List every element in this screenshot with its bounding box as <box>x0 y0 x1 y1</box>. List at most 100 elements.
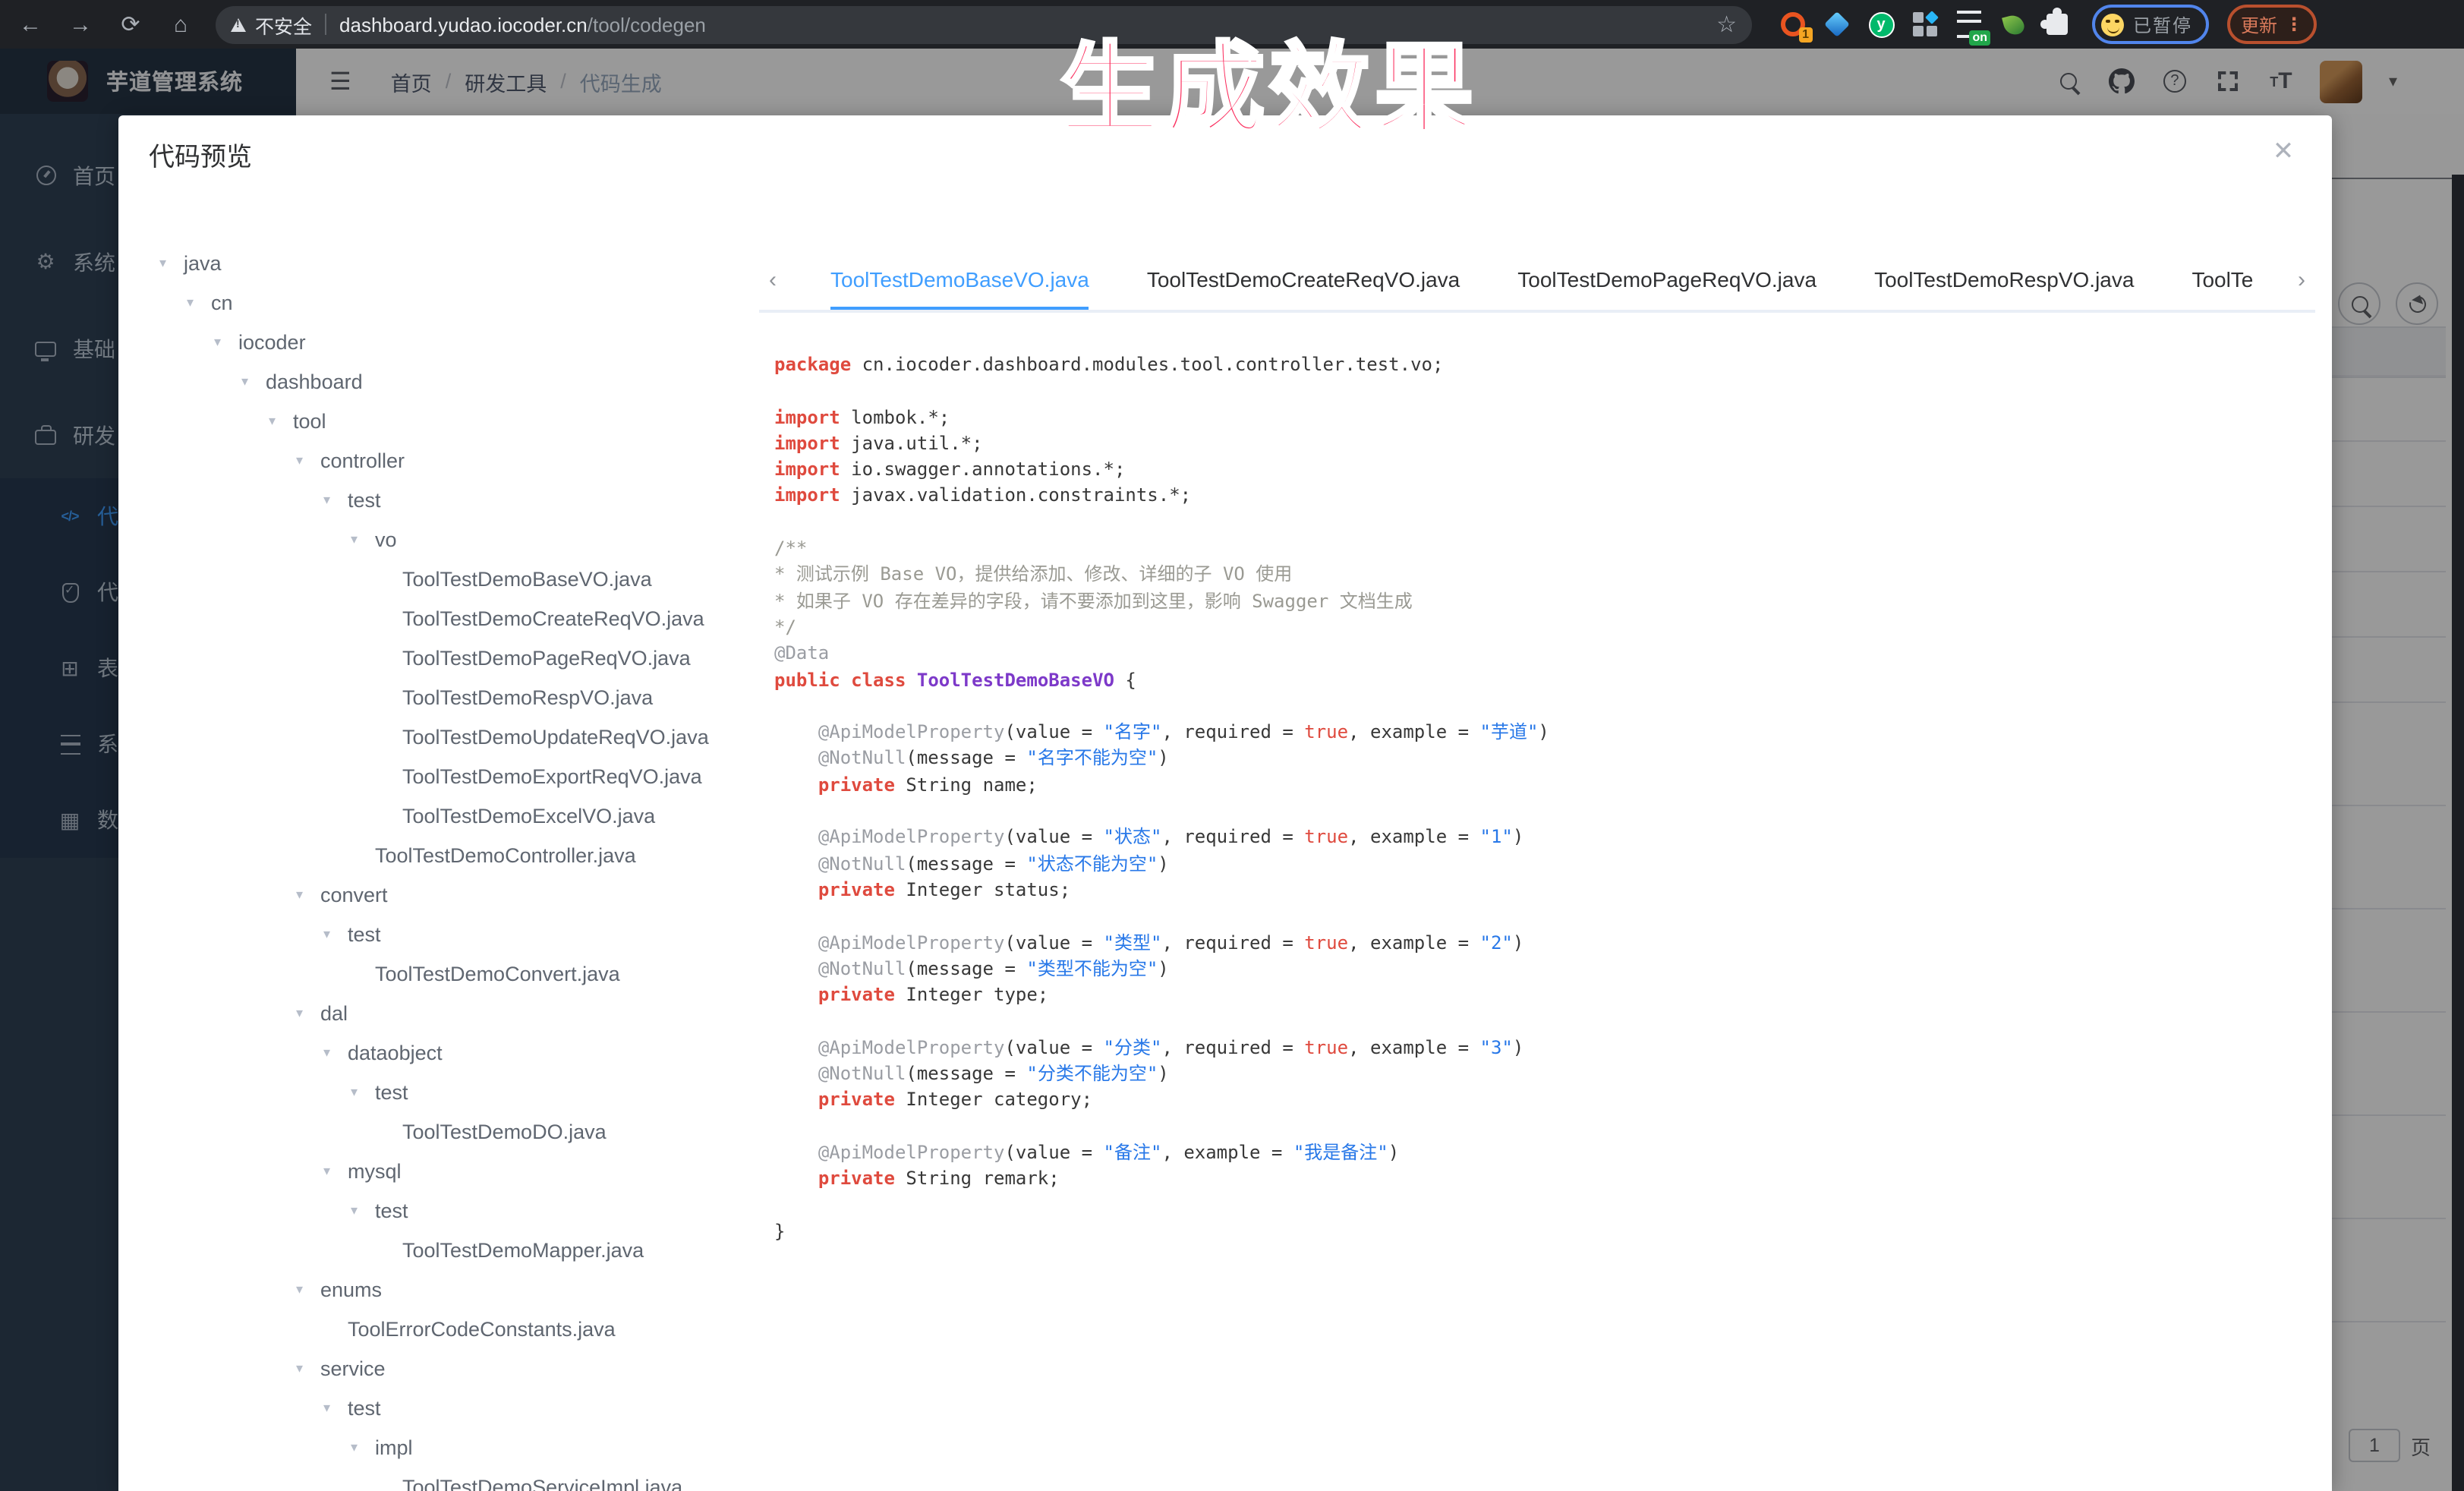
extension-apps-icon[interactable] <box>1911 11 1939 38</box>
tree-node[interactable]: ▾java <box>149 243 756 282</box>
code-token: ) <box>1158 853 1168 874</box>
browser-update-button[interactable]: 更新 ⋮ <box>2227 5 2317 44</box>
tree-caret-icon[interactable]: ▾ <box>351 1439 375 1455</box>
code-token: @ApiModelProperty <box>818 827 1005 848</box>
profile-paused-chip[interactable]: 已暂停 <box>2092 5 2209 44</box>
tree-node[interactable]: ▾ToolTestDemoDO.java <box>149 1111 756 1151</box>
tree-node[interactable]: ▾ToolTestDemoExcelVO.java <box>149 796 756 835</box>
tree-node[interactable]: ▾ToolTestDemoUpdateReqVO.java <box>149 717 756 756</box>
tree-node[interactable]: ▾ToolTestDemoBaseVO.java <box>149 559 756 598</box>
code-token: , example = <box>1348 827 1479 848</box>
forward-icon[interactable]: → <box>61 5 100 44</box>
tree-caret-icon[interactable]: ▾ <box>187 294 211 310</box>
extension-leaf-icon[interactable] <box>1999 11 2027 38</box>
back-icon[interactable]: ← <box>11 5 50 44</box>
code-line <box>774 1193 2308 1219</box>
tree-node[interactable]: ▾ToolTestDemoController.java <box>149 835 756 875</box>
tree-caret-icon[interactable]: ▾ <box>323 1399 348 1416</box>
tree-caret-icon[interactable]: ▾ <box>323 1044 348 1061</box>
tree-node[interactable]: ▾dal <box>149 993 756 1032</box>
code-token: private <box>818 1089 895 1111</box>
extension-ubuntu-icon[interactable]: 1 <box>1779 11 1807 38</box>
bookmark-star-icon[interactable]: ☆ <box>1716 11 1737 38</box>
code-line: */ <box>774 615 2308 641</box>
tree-node[interactable]: ▾test <box>149 1388 756 1427</box>
tab-ToolTestDemoRespVO.java[interactable]: ToolTestDemoRespVO.java <box>1845 249 2163 310</box>
tree-caret-icon[interactable]: ▾ <box>323 491 348 508</box>
tree-node[interactable]: ▾vo <box>149 519 756 559</box>
tree-node[interactable]: ▾ToolTestDemoExportReqVO.java <box>149 756 756 796</box>
tree-node[interactable]: ▾cn <box>149 282 756 322</box>
code-token: private <box>818 774 895 796</box>
tree-caret-icon[interactable]: ▾ <box>323 925 348 942</box>
code-token: , required = <box>1161 827 1304 848</box>
tabs-scroll-right-icon[interactable]: › <box>2288 249 2315 310</box>
address-bar[interactable]: ! 不安全 dashboard.yudao.iocoder.cn /tool/c… <box>216 5 1752 43</box>
extension-yuque-icon[interactable]: y <box>1867 11 1895 38</box>
code-token: ) <box>1538 721 1549 742</box>
tree-node[interactable]: ▾service <box>149 1348 756 1388</box>
tree-node[interactable]: ▾ToolTestDemoServiceImpl.java <box>149 1467 756 1491</box>
tree-caret-icon[interactable]: ▾ <box>269 412 293 429</box>
code-token <box>774 958 818 979</box>
tree-node[interactable]: ▾ToolTestDemoConvert.java <box>149 954 756 993</box>
code-line: } <box>774 1219 2308 1246</box>
url-path: /tool/codegen <box>588 13 706 36</box>
tree-node[interactable]: ▾ToolErrorCodeConstants.java <box>149 1309 756 1348</box>
tab-ToolTestDemoCreateReqVO.java[interactable]: ToolTestDemoCreateReqVO.java <box>1118 249 1489 310</box>
tree-node[interactable]: ▾impl <box>149 1427 756 1467</box>
code-line: * 如果子 VO 存在差异的字段，请不要添加到这里，影响 Swagger 文档生… <box>774 588 2308 615</box>
tree-node[interactable]: ▾test <box>149 1072 756 1111</box>
browser-scrollbar[interactable] <box>2452 175 2464 1491</box>
code-line: * 测试示例 Base VO，提供给添加、修改、详细的子 VO 使用 <box>774 563 2308 589</box>
extension-gem-icon[interactable] <box>1823 11 1851 38</box>
tree-node[interactable]: ▾controller <box>149 440 756 480</box>
code-token: import <box>774 406 840 427</box>
code-token: javax.validation.constraints.*; <box>840 485 1191 506</box>
tree-node[interactable]: ▾dataobject <box>149 1032 756 1072</box>
tree-caret-icon[interactable]: ▾ <box>296 1360 320 1376</box>
code-token <box>906 669 916 690</box>
tree-node[interactable]: ▾iocoder <box>149 322 756 361</box>
tree-node[interactable]: ▾convert <box>149 875 756 914</box>
security-label[interactable]: 不安全 <box>255 10 312 39</box>
extension-list-icon[interactable]: on <box>1955 11 1983 38</box>
tree-caret-icon[interactable]: ▾ <box>296 452 320 468</box>
tree-caret-icon[interactable]: ▾ <box>351 531 375 547</box>
browser-menu-icon[interactable]: ⋮ <box>2285 14 2303 35</box>
tab-ToolTestDemoPageReqVO.java[interactable]: ToolTestDemoPageReqVO.java <box>1489 249 1845 310</box>
tabs-scroll-left-icon[interactable]: ‹ <box>759 249 786 310</box>
tree-caret-icon[interactable]: ▾ <box>351 1202 375 1218</box>
home-icon[interactable]: ⌂ <box>161 5 200 44</box>
tab-ToolTe[interactable]: ToolTe <box>2163 249 2282 310</box>
tree-node[interactable]: ▾test <box>149 914 756 954</box>
tree-node[interactable]: ▾ToolTestDemoMapper.java <box>149 1230 756 1269</box>
tree-node[interactable]: ▾test <box>149 1190 756 1230</box>
tree-caret-icon[interactable]: ▾ <box>296 1281 320 1297</box>
tree-node[interactable]: ▾ToolTestDemoCreateReqVO.java <box>149 598 756 638</box>
tree-node[interactable]: ▾dashboard <box>149 361 756 401</box>
tree-caret-icon[interactable]: ▾ <box>323 1162 348 1179</box>
code-token: import <box>774 433 840 454</box>
tab-ToolTestDemoBaseVO.java[interactable]: ToolTestDemoBaseVO.java <box>802 249 1118 310</box>
reload-icon[interactable]: ⟳ <box>111 5 150 44</box>
tree-caret-icon[interactable]: ▾ <box>214 333 238 350</box>
close-icon[interactable]: ✕ <box>2268 137 2299 167</box>
tree-node[interactable]: ▾enums <box>149 1269 756 1309</box>
tree-caret-icon[interactable]: ▾ <box>241 373 266 389</box>
tree-caret-icon[interactable]: ▾ <box>159 254 184 271</box>
tree-caret-icon[interactable]: ▾ <box>296 886 320 903</box>
tree-caret-icon[interactable]: ▾ <box>351 1083 375 1100</box>
tree-node[interactable]: ▾mysql <box>149 1151 756 1190</box>
tree-node[interactable]: ▾ToolTestDemoPageReqVO.java <box>149 638 756 677</box>
extensions-puzzle-icon[interactable] <box>2043 11 2071 38</box>
code-token: "名字" <box>1104 721 1162 742</box>
code-token: , required = <box>1161 931 1304 953</box>
code-token <box>774 721 818 742</box>
tree-node[interactable]: ▾tool <box>149 401 756 440</box>
code-token <box>774 1168 818 1189</box>
tree-node[interactable]: ▾ToolTestDemoRespVO.java <box>149 677 756 717</box>
tree-node[interactable]: ▾test <box>149 480 756 519</box>
code-line <box>774 510 2308 537</box>
tree-caret-icon[interactable]: ▾ <box>296 1004 320 1021</box>
